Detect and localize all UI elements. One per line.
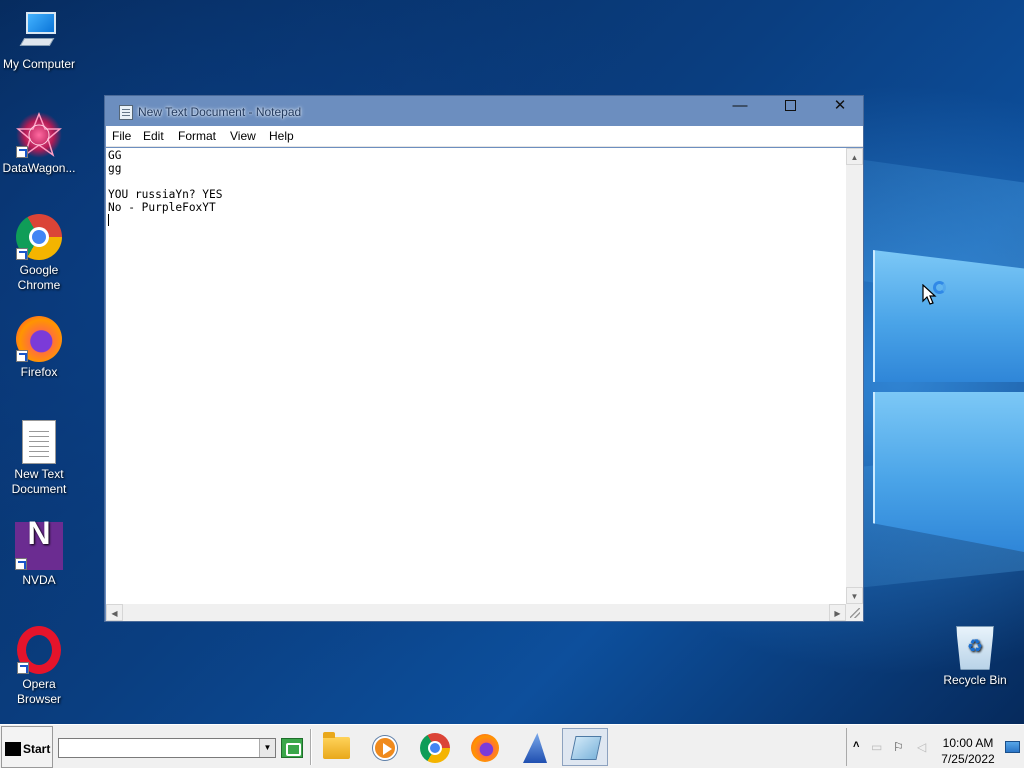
menu-format[interactable]: Format — [178, 129, 216, 143]
shortcut-arrow-icon — [16, 350, 28, 362]
mouse-cursor-icon — [922, 284, 937, 305]
text-caret — [108, 214, 109, 226]
taskbar-datawagon[interactable] — [512, 728, 558, 766]
desktop-icon-label: Recycle Bin — [943, 673, 1007, 687]
show-hidden-icons-button[interactable]: ˄ — [853, 739, 859, 751]
datawagon-icon — [523, 733, 547, 763]
nvda-icon: N — [15, 517, 63, 570]
text-content[interactable]: GG gg YOU russiaYn? YES No - PurpleFoxYT — [108, 149, 843, 599]
network-icon[interactable]: ▭ — [871, 741, 885, 753]
desktop-icon-opera-browser[interactable]: Opera Browser — [0, 626, 78, 707]
text-editor[interactable]: GG gg YOU russiaYn? YES No - PurpleFoxYT… — [106, 148, 863, 621]
menu-file[interactable]: File — [112, 129, 131, 143]
shortcut-arrow-icon — [17, 662, 29, 674]
notification-icon[interactable] — [1005, 741, 1020, 753]
scroll-right-button[interactable]: ▶ — [829, 604, 846, 621]
desktop-icon-new-text-document[interactable]: New Text Document — [0, 420, 78, 497]
start-button[interactable]: Start — [1, 726, 53, 768]
text-line — [108, 175, 843, 188]
maximize-icon — [784, 100, 796, 111]
datawagon-icon — [16, 112, 62, 158]
address-dropdown-button[interactable]: ▼ — [259, 739, 275, 757]
taskbar-notepad[interactable] — [562, 728, 608, 766]
text-line: YOU russiaYn? YES — [108, 188, 223, 201]
shortcut-arrow-icon — [16, 146, 28, 158]
shortcut-arrow-icon — [16, 248, 28, 260]
taskbar-firefox[interactable] — [462, 728, 508, 766]
start-logo-icon — [5, 742, 21, 756]
chrome-icon — [16, 214, 62, 260]
desktop-icon-my-computer[interactable]: My Computer — [0, 8, 78, 72]
chrome-icon — [420, 733, 450, 763]
taskbar-media-player[interactable] — [362, 728, 408, 766]
computer-icon — [16, 8, 62, 54]
opera-icon — [17, 626, 61, 674]
notepad-window[interactable]: New Text Document - Notepad — ✕ File Edi… — [104, 95, 864, 622]
vertical-scrollbar[interactable]: ▲ ▼ — [846, 148, 863, 604]
title-bar[interactable]: New Text Document - Notepad — ✕ — [105, 96, 863, 126]
horizontal-scrollbar[interactable]: ◀ ▶ — [106, 604, 846, 621]
text-line: GG — [108, 149, 122, 162]
text-line: No - PurpleFoxYT — [108, 201, 216, 214]
clock-date[interactable]: 7/25/2022 — [937, 752, 999, 766]
scroll-left-button[interactable]: ◀ — [106, 604, 123, 621]
taskbar-separator — [310, 729, 312, 765]
desktop-icon-datawagon[interactable]: DataWagon... — [0, 112, 78, 176]
menu-help[interactable]: Help — [269, 129, 294, 143]
desktop-icon-label: DataWagon... — [2, 161, 76, 175]
notepad-icon — [119, 105, 133, 120]
clock-time[interactable]: 10:00 AM — [937, 736, 999, 750]
desktop-icon-nvda[interactable]: N NVDA — [0, 517, 78, 588]
media-player-icon — [373, 736, 397, 760]
menu-bar: File Edit Format View Help — [106, 126, 863, 147]
desktop-icon-label: Firefox — [20, 365, 58, 379]
taskbar-chrome[interactable] — [412, 728, 458, 766]
recycle-bin-icon: ♻ — [956, 626, 994, 670]
text-caret-line — [108, 214, 843, 227]
text-document-icon — [22, 420, 56, 464]
scroll-down-button[interactable]: ▼ — [846, 587, 863, 604]
file-explorer-icon — [323, 732, 350, 759]
resize-grip[interactable] — [846, 604, 863, 621]
firefox-icon — [471, 734, 499, 762]
volume-icon[interactable]: ◁ — [917, 741, 931, 753]
maximize-button[interactable] — [765, 96, 815, 118]
desktop-icon-recycle-bin[interactable]: ♻ Recycle Bin — [936, 626, 1014, 688]
menu-view[interactable]: View — [230, 129, 256, 143]
scroll-up-button[interactable]: ▲ — [846, 148, 863, 165]
shortcut-arrow-icon — [15, 558, 27, 570]
start-label: Start — [23, 742, 51, 756]
desktop-icon-label: Google Chrome — [17, 263, 61, 292]
notepad-icon — [570, 736, 602, 760]
text-line: gg — [108, 162, 122, 175]
wallpaper-window-pane — [873, 250, 1024, 382]
go-button[interactable] — [281, 738, 303, 758]
desktop-icon-label: Opera Browser — [16, 677, 61, 706]
menu-edit[interactable]: Edit — [143, 129, 164, 143]
desktop-icon-google-chrome[interactable]: Google Chrome — [0, 214, 78, 293]
desktop-icon-firefox[interactable]: Firefox — [0, 316, 78, 380]
taskbar-file-explorer[interactable] — [313, 728, 359, 766]
desktop-icon-label: My Computer — [2, 57, 76, 71]
address-input[interactable]: ▼ — [58, 738, 276, 758]
window-title: New Text Document - Notepad — [138, 105, 302, 119]
action-center-flag-icon[interactable]: ⚐ — [893, 741, 907, 753]
desktop-icon-label: NVDA — [22, 573, 56, 587]
taskbar: Start ▼ ˄ ▭ ⚐ ◁ 10:00 AM 7/25/2022 — [0, 724, 1024, 768]
desktop-icon-label: New Text Document — [11, 467, 67, 496]
system-tray: ˄ ▭ ⚐ ◁ 10:00 AM 7/25/2022 — [846, 728, 1022, 766]
close-button[interactable]: ✕ — [815, 96, 865, 118]
firefox-icon — [16, 316, 62, 362]
minimize-button[interactable]: — — [715, 96, 765, 118]
